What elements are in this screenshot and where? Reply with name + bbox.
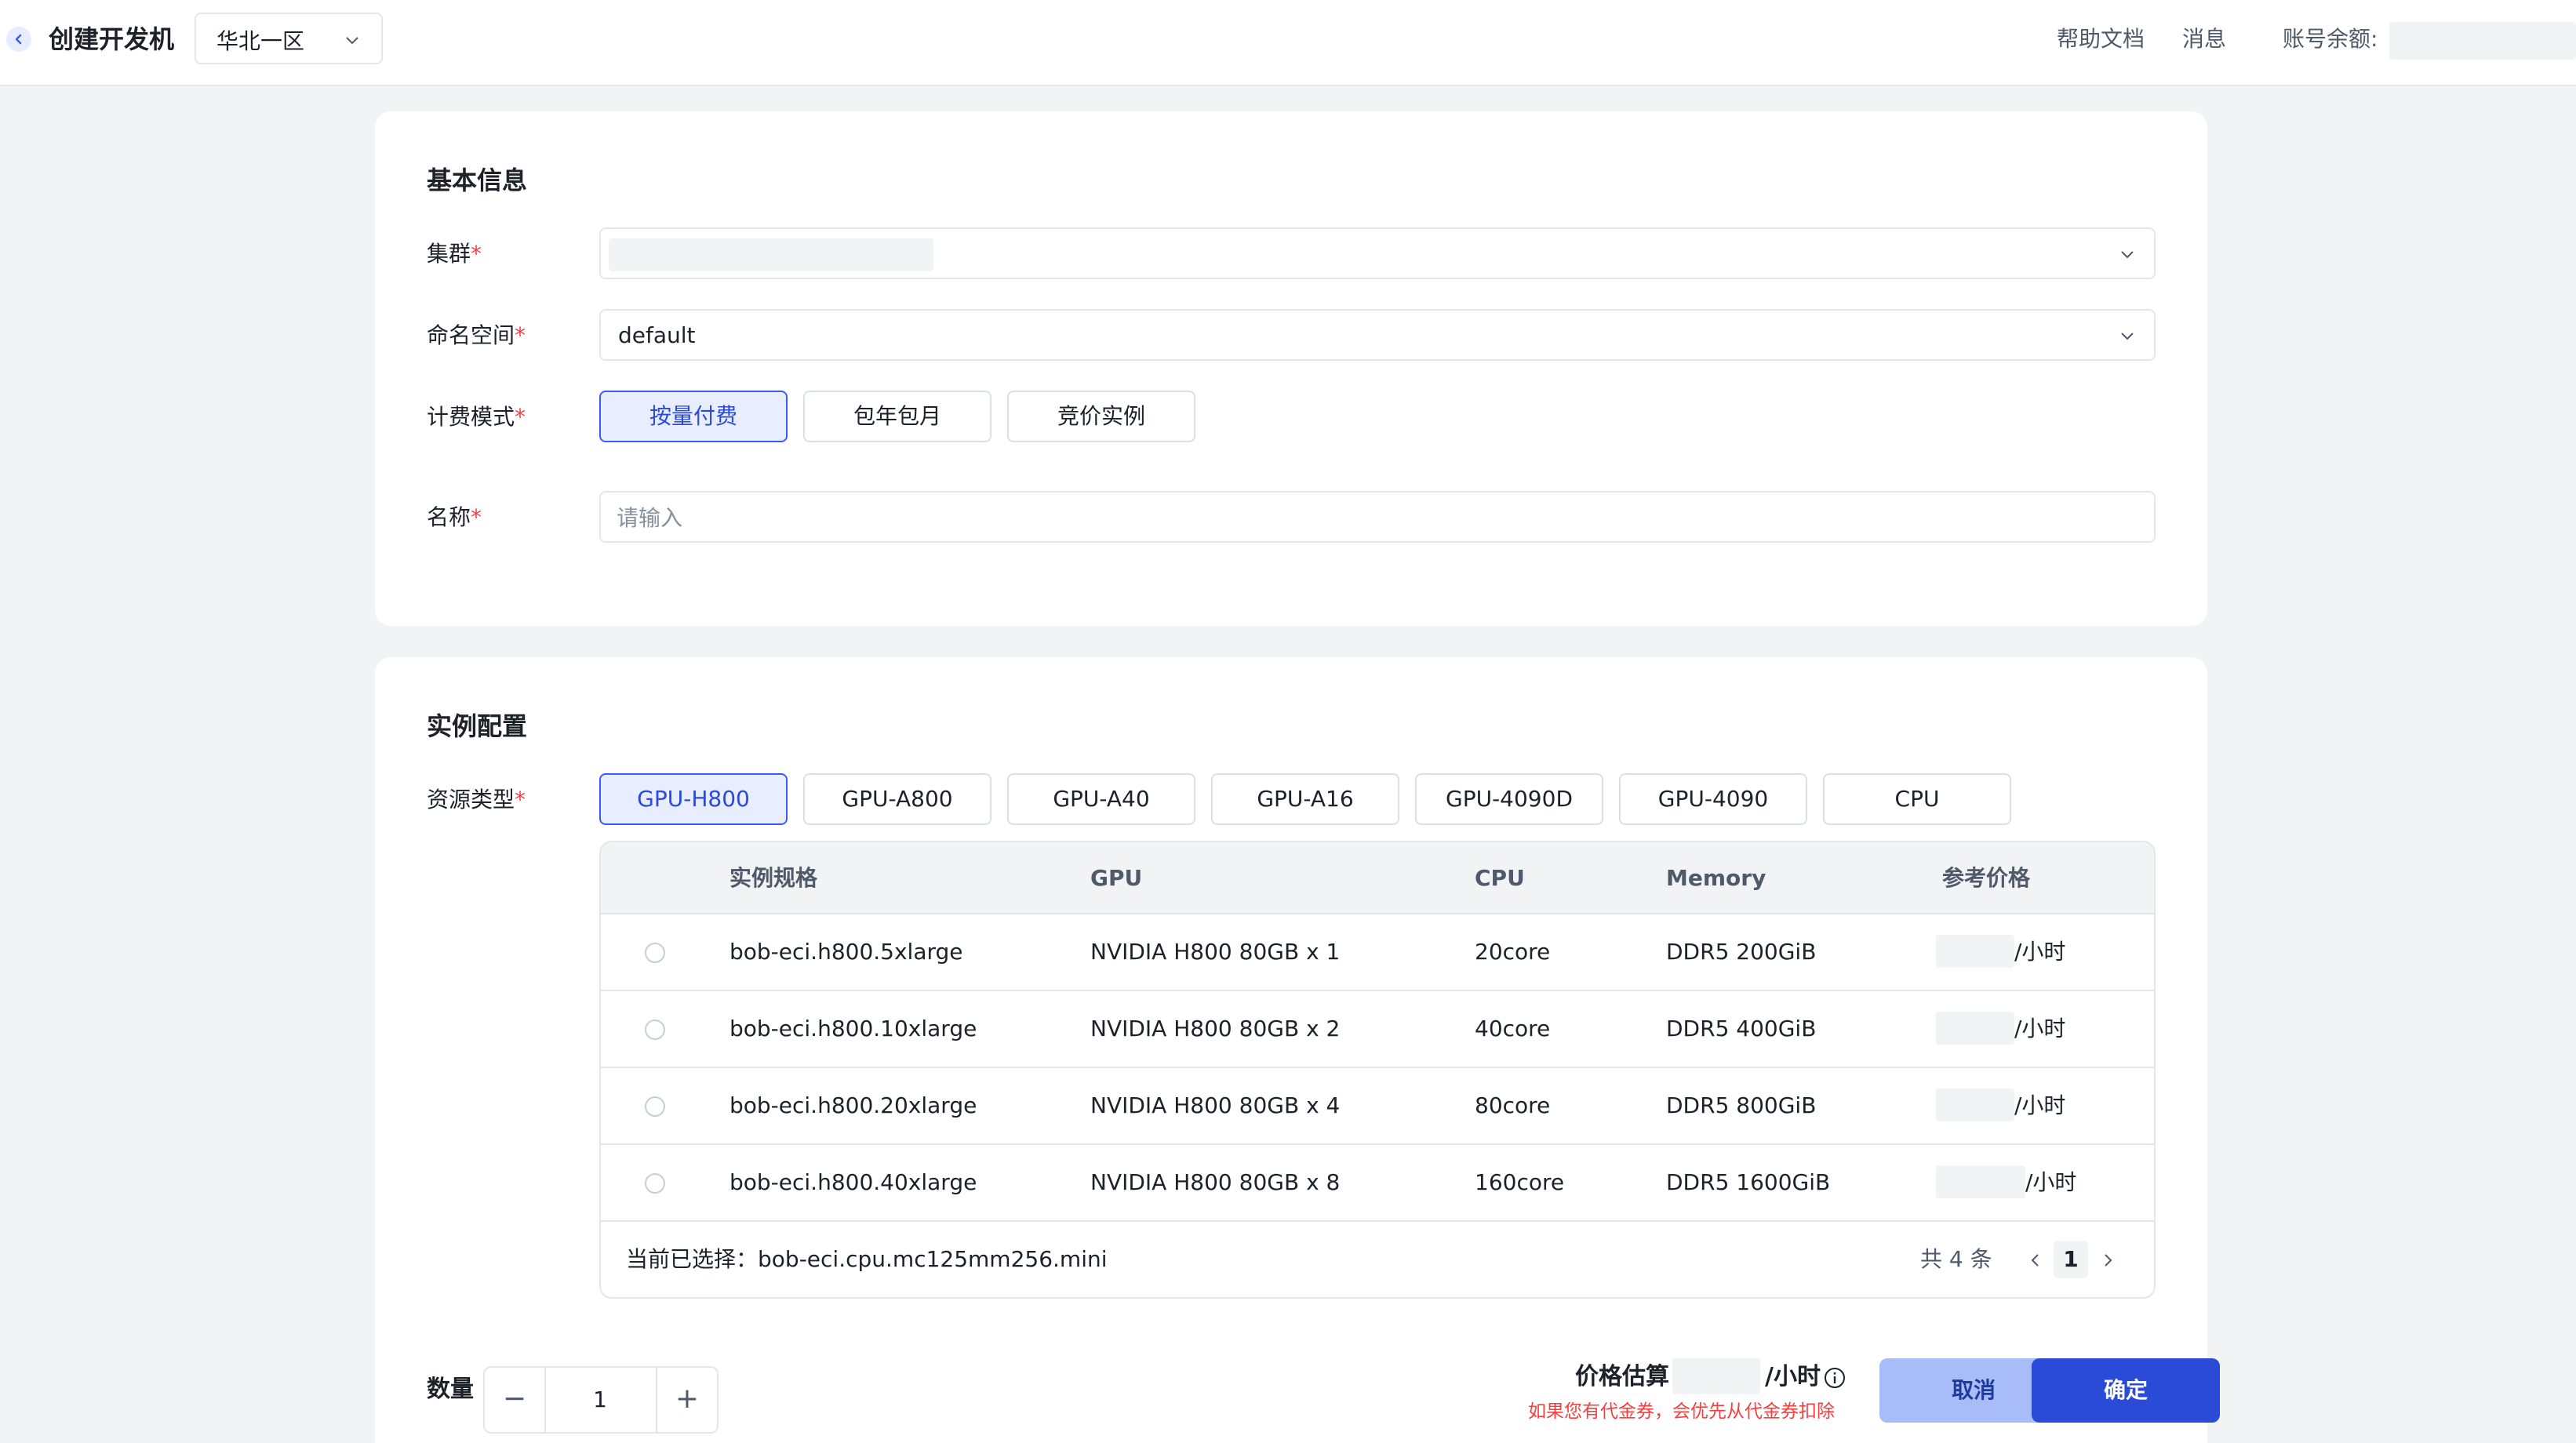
cell-gpu: NVIDIA H800 80GB x 8: [1090, 1169, 1341, 1195]
column-header-price: 参考价格: [1942, 865, 2031, 891]
column-header-cpu: CPU: [1475, 865, 1525, 891]
row-radio[interactable]: [645, 1096, 665, 1117]
column-header-gpu: GPU: [1090, 865, 1143, 891]
price-estimate-label: 价格估算: [1575, 1363, 1669, 1390]
messages-link[interactable]: 消息: [2182, 24, 2226, 55]
namespace-label: 命名空间*: [427, 322, 526, 348]
name-label: 名称*: [427, 504, 482, 530]
quantity-increment-button[interactable]: +: [656, 1366, 719, 1434]
name-input-wrapper: [599, 491, 2156, 543]
price-value-redacted: [1936, 1089, 2014, 1121]
billing-subscription-button[interactable]: 包年包月: [803, 391, 991, 442]
price-value-redacted: [1936, 1012, 2014, 1045]
billing-spot-button[interactable]: 竞价实例: [1007, 391, 1195, 442]
cell-spec: bob-eci.h800.40xlarge: [730, 1169, 977, 1195]
chevron-left-icon[interactable]: [2027, 1252, 2044, 1269]
required-mark: *: [471, 241, 482, 267]
cell-memory: DDR5 200GiB: [1666, 939, 1817, 965]
cell-spec: bob-eci.h800.5xlarge: [730, 939, 963, 965]
basic-info-title: 基本信息: [427, 165, 528, 195]
chevron-down-icon: [2121, 333, 2134, 340]
current-selection: 当前已选择：bob-eci.cpu.mc125mm256.mini: [626, 1244, 1108, 1275]
resource-gpu-4090-button[interactable]: GPU-4090: [1619, 773, 1807, 825]
cluster-select[interactable]: [599, 227, 2156, 279]
table-row[interactable]: bob-eci.h800.10xlarge NVIDIA H800 80GB x…: [601, 991, 2154, 1068]
cell-price-unit: /小时: [2014, 939, 2066, 965]
required-mark: *: [515, 787, 526, 812]
current-selection-label: 当前已选择：: [626, 1246, 759, 1272]
cell-spec: bob-eci.h800.10xlarge: [730, 1016, 977, 1041]
current-selection-value: bob-eci.cpu.mc125mm256.mini: [758, 1246, 1108, 1272]
namespace-select-value: default: [618, 322, 696, 348]
cluster-value-redacted: [609, 238, 933, 271]
cell-gpu: NVIDIA H800 80GB x 2: [1090, 1016, 1341, 1041]
chevron-left-icon: [15, 34, 22, 45]
cell-memory: DDR5 400GiB: [1666, 1016, 1817, 1041]
billing-pay-as-you-go-button[interactable]: 按量付费: [599, 391, 788, 442]
row-radio[interactable]: [645, 1173, 665, 1194]
help-docs-link[interactable]: 帮助文档: [2057, 24, 2145, 55]
column-header-memory: Memory: [1666, 865, 1766, 891]
table-footer: 当前已选择：bob-eci.cpu.mc125mm256.mini 共 4 条 …: [601, 1222, 2154, 1297]
coupon-note: 如果您有代金券，会优先从代金券扣除: [1528, 1401, 1835, 1422]
cell-gpu: NVIDIA H800 80GB x 4: [1090, 1092, 1341, 1118]
back-button[interactable]: [6, 27, 31, 52]
row-radio[interactable]: [645, 1020, 665, 1040]
basic-info-card: [375, 111, 2207, 626]
cell-cpu: 160core: [1475, 1169, 1565, 1195]
quantity-decrement-button[interactable]: −: [483, 1366, 546, 1434]
chevron-down-icon: [2121, 251, 2134, 259]
price-estimate-redacted: [1672, 1358, 1760, 1394]
resource-gpu-a40-button[interactable]: GPU-A40: [1007, 773, 1195, 825]
table-header: 实例规格 GPU CPU Memory 参考价格: [601, 842, 2154, 914]
resource-type-label: 资源类型*: [427, 787, 526, 812]
table-row[interactable]: bob-eci.h800.20xlarge NVIDIA H800 80GB x…: [601, 1068, 2154, 1145]
table-row[interactable]: bob-eci.h800.5xlarge NVIDIA H800 80GB x …: [601, 914, 2154, 991]
top-bar: 创建开发机 华北一区 帮助文档 消息 账号余额:: [0, 0, 2576, 86]
quantity-label: 数量: [427, 1376, 474, 1403]
cell-price-unit: /小时: [2025, 1169, 2077, 1195]
region-select[interactable]: 华北一区: [195, 13, 383, 64]
row-radio[interactable]: [645, 943, 665, 963]
resource-gpu-h800-button[interactable]: GPU-H800: [599, 773, 788, 825]
cell-cpu: 20core: [1475, 939, 1551, 965]
price-value-redacted: [1936, 935, 2014, 968]
required-mark: *: [515, 404, 526, 430]
price-estimate-unit: /小时: [1765, 1363, 1821, 1390]
confirm-button[interactable]: 确定: [2032, 1358, 2220, 1423]
table-row[interactable]: bob-eci.h800.40xlarge NVIDIA H800 80GB x…: [601, 1145, 2154, 1222]
quantity-input[interactable]: 1: [544, 1366, 656, 1434]
chevron-down-icon: [346, 37, 358, 45]
required-mark: *: [471, 504, 482, 530]
info-icon[interactable]: [1823, 1366, 1846, 1390]
cell-spec: bob-eci.h800.20xlarge: [730, 1092, 977, 1118]
instance-spec-table: 实例规格 GPU CPU Memory 参考价格 bob-eci.h800.5x…: [599, 841, 2156, 1299]
cell-memory: DDR5 800GiB: [1666, 1092, 1817, 1118]
page-number-button[interactable]: 1: [2054, 1241, 2088, 1278]
cell-price-unit: /小时: [2014, 1016, 2066, 1041]
resource-gpu-a800-button[interactable]: GPU-A800: [803, 773, 991, 825]
region-select-value: 华北一区: [216, 28, 305, 54]
column-header-spec: 实例规格: [730, 865, 818, 891]
resource-cpu-button[interactable]: CPU: [1823, 773, 2011, 825]
cell-price-unit: /小时: [2014, 1092, 2066, 1118]
cell-cpu: 40core: [1475, 1016, 1551, 1041]
page-title: 创建开发机: [49, 24, 175, 54]
required-mark: *: [515, 322, 526, 348]
balance-value-redacted: [2389, 22, 2576, 60]
resource-gpu-4090d-button[interactable]: GPU-4090D: [1415, 773, 1603, 825]
cell-gpu: NVIDIA H800 80GB x 1: [1090, 939, 1341, 965]
cell-cpu: 80core: [1475, 1092, 1551, 1118]
instance-config-title: 实例配置: [427, 711, 528, 741]
cell-memory: DDR5 1600GiB: [1666, 1169, 1831, 1195]
name-input[interactable]: [617, 502, 2014, 533]
billing-mode-label: 计费模式*: [427, 404, 526, 430]
total-count: 共 4 条: [1920, 1246, 1992, 1272]
balance-label: 账号余额:: [2283, 26, 2378, 52]
price-value-redacted: [1936, 1165, 2025, 1198]
cluster-label: 集群*: [427, 241, 482, 267]
resource-gpu-a16-button[interactable]: GPU-A16: [1211, 773, 1399, 825]
chevron-right-icon[interactable]: [2099, 1252, 2116, 1269]
namespace-select[interactable]: default: [599, 309, 2156, 361]
